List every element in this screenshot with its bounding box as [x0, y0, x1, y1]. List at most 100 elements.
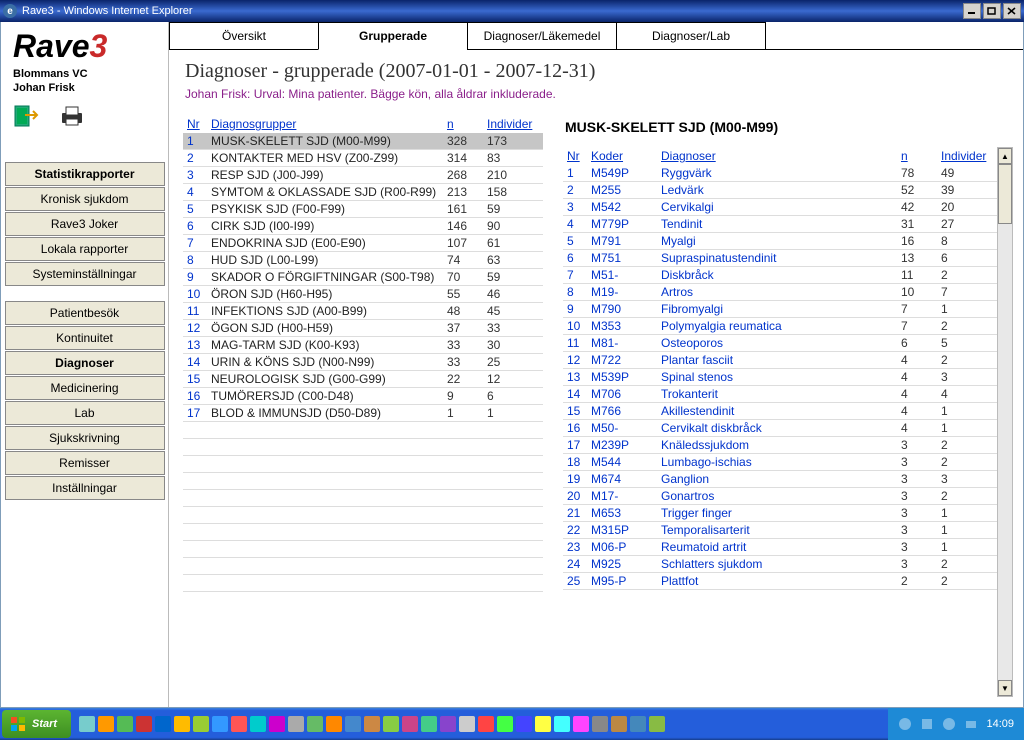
group-row[interactable]: 8HUD SJD (L00-L99)7463	[183, 252, 543, 269]
taskbar-icon[interactable]	[307, 716, 323, 732]
minimize-button[interactable]	[963, 3, 981, 19]
nav-rave3-joker[interactable]: Rave3 Joker	[5, 212, 165, 236]
nav-patientbesök[interactable]: Patientbesök	[5, 301, 165, 325]
group-row[interactable]: 4SYMTOM & OKLASSADE SJD (R00-R99)213158	[183, 184, 543, 201]
taskbar-icon[interactable]	[79, 716, 95, 732]
taskbar-icon[interactable]	[136, 716, 152, 732]
diagnosis-row[interactable]: 17M239PKnäledssjukdom32	[563, 437, 997, 454]
col-koder[interactable]: Koder	[591, 149, 623, 163]
nav-systeminställningar[interactable]: Systeminställningar	[5, 262, 165, 286]
col-diagnoser[interactable]: Diagnoser	[661, 149, 716, 163]
tray-icon[interactable]	[898, 717, 912, 731]
scroll-up-button[interactable]: ▲	[998, 148, 1012, 164]
taskbar-icon[interactable]	[611, 716, 627, 732]
taskbar-icon[interactable]	[250, 716, 266, 732]
close-button[interactable]	[1003, 3, 1021, 19]
detail-scrollbar[interactable]: ▲ ▼	[997, 147, 1013, 697]
nav-lokala-rapporter[interactable]: Lokala rapporter	[5, 237, 165, 261]
group-row[interactable]: 16TUMÖRERSJD (C00-D48)96	[183, 388, 543, 405]
diagnosis-row[interactable]: 18M544Lumbago-ischias32	[563, 454, 997, 471]
diagnosis-row[interactable]: 12M722Plantar fasciit42	[563, 352, 997, 369]
diagnosis-row[interactable]: 21M653Trigger finger31	[563, 505, 997, 522]
col-nr[interactable]: Nr	[187, 117, 200, 131]
group-row[interactable]: 17BLOD & IMMUNSJD (D50-D89)11	[183, 405, 543, 422]
group-row[interactable]: 11INFEKTIONS SJD (A00-B99)4845	[183, 303, 543, 320]
nav-kronisk-sjukdom[interactable]: Kronisk sjukdom	[5, 187, 165, 211]
col-n[interactable]: n	[901, 149, 908, 163]
diagnosis-row[interactable]: 11M81-Osteoporos65	[563, 335, 997, 352]
taskbar-icon[interactable]	[592, 716, 608, 732]
group-row[interactable]: 5PSYKISK SJD (F00-F99)16159	[183, 201, 543, 218]
print-icon[interactable]	[59, 105, 85, 132]
taskbar-icon[interactable]	[497, 716, 513, 732]
diagnosis-row[interactable]: 8M19-Artros107	[563, 284, 997, 301]
diagnosis-row[interactable]: 22M315PTemporalisarterit31	[563, 522, 997, 539]
taskbar-icon[interactable]	[326, 716, 342, 732]
nav-sjukskrivning[interactable]: Sjukskrivning	[5, 426, 165, 450]
group-row[interactable]: 6CIRK SJD (I00-I99)14690	[183, 218, 543, 235]
taskbar-icon[interactable]	[345, 716, 361, 732]
exit-icon[interactable]	[13, 105, 39, 132]
taskbar-icon[interactable]	[155, 716, 171, 732]
tab-grupperade[interactable]: Grupperade	[318, 22, 468, 50]
taskbar-icon[interactable]	[288, 716, 304, 732]
diagnosis-row[interactable]: 3M542Cervikalgi4220	[563, 199, 997, 216]
tray-icon[interactable]	[942, 717, 956, 731]
group-row[interactable]: 14URIN & KÖNS SJD (N00-N99)3325	[183, 354, 543, 371]
taskbar-icon[interactable]	[421, 716, 437, 732]
nav-statistikrapporter[interactable]: Statistikrapporter	[5, 162, 165, 186]
col-diagnosgrupper[interactable]: Diagnosgrupper	[211, 117, 296, 131]
group-row[interactable]: 13MAG-TARM SJD (K00-K93)3330	[183, 337, 543, 354]
taskbar-icon[interactable]	[231, 716, 247, 732]
scroll-thumb[interactable]	[998, 164, 1012, 224]
diagnosis-row[interactable]: 6M751Supraspinatustendinit136	[563, 250, 997, 267]
group-row[interactable]: 1MUSK-SKELETT SJD (M00-M99)328173	[183, 133, 543, 150]
diagnosis-row[interactable]: 10M353Polymyalgia reumatica72	[563, 318, 997, 335]
taskbar-icon[interactable]	[554, 716, 570, 732]
start-button[interactable]: Start	[2, 710, 71, 738]
taskbar-icon[interactable]	[193, 716, 209, 732]
diagnosis-row[interactable]: 25M95-PPlattfot22	[563, 573, 997, 590]
diagnosis-row[interactable]: 20M17-Gonartros32	[563, 488, 997, 505]
taskbar-icon[interactable]	[383, 716, 399, 732]
taskbar-icon[interactable]	[516, 716, 532, 732]
taskbar-icon[interactable]	[573, 716, 589, 732]
nav-medicinering[interactable]: Medicinering	[5, 376, 165, 400]
nav-lab[interactable]: Lab	[5, 401, 165, 425]
col-nr[interactable]: Nr	[567, 149, 580, 163]
taskbar-icon[interactable]	[459, 716, 475, 732]
diagnosis-row[interactable]: 4M779PTendinit3127	[563, 216, 997, 233]
diagnosis-row[interactable]: 23M06-PReumatoid artrit31	[563, 539, 997, 556]
taskbar-icon[interactable]	[364, 716, 380, 732]
diagnosis-row[interactable]: 5M791Myalgi168	[563, 233, 997, 250]
diagnosis-row[interactable]: 7M51-Diskbråck112	[563, 267, 997, 284]
group-row[interactable]: 2KONTAKTER MED HSV (Z00-Z99)31483	[183, 150, 543, 167]
tray-icon[interactable]	[964, 717, 978, 731]
diagnosis-row[interactable]: 15M766Akillestendinit41	[563, 403, 997, 420]
group-row[interactable]: 15NEUROLOGISK SJD (G00-G99)2212	[183, 371, 543, 388]
taskbar-icon[interactable]	[649, 716, 665, 732]
tab-diagnoser-lab[interactable]: Diagnoser/Lab	[616, 22, 766, 50]
diagnosis-row[interactable]: 13M539PSpinal stenos43	[563, 369, 997, 386]
scroll-track[interactable]	[998, 164, 1012, 680]
group-row[interactable]: 7ENDOKRINA SJD (E00-E90)10761	[183, 235, 543, 252]
taskbar-icon[interactable]	[535, 716, 551, 732]
taskbar-icon[interactable]	[117, 716, 133, 732]
nav-inställningar[interactable]: Inställningar	[5, 476, 165, 500]
diagnosis-row[interactable]: 1M549PRyggvärk7849	[563, 165, 997, 182]
group-row[interactable]: 3RESP SJD (J00-J99)268210	[183, 167, 543, 184]
diagnosis-row[interactable]: 14M706Trokanterit44	[563, 386, 997, 403]
taskbar-icon[interactable]	[174, 716, 190, 732]
col-n[interactable]: n	[447, 117, 454, 131]
group-row[interactable]: 9SKADOR O FÖRGIFTNINGAR (S00-T98)7059	[183, 269, 543, 286]
nav-diagnoser[interactable]: Diagnoser	[5, 351, 165, 375]
taskbar-icon[interactable]	[212, 716, 228, 732]
diagnosis-row[interactable]: 24M925Schlatters sjukdom32	[563, 556, 997, 573]
col-individer[interactable]: Individer	[941, 149, 986, 163]
diagnosis-row[interactable]: 16M50-Cervikalt diskbråck41	[563, 420, 997, 437]
diagnosis-row[interactable]: 9M790Fibromyalgi71	[563, 301, 997, 318]
diagnosis-row[interactable]: 19M674Ganglion33	[563, 471, 997, 488]
tray-icon[interactable]	[920, 717, 934, 731]
nav-remisser[interactable]: Remisser	[5, 451, 165, 475]
group-row[interactable]: 12ÖGON SJD (H00-H59)3733	[183, 320, 543, 337]
